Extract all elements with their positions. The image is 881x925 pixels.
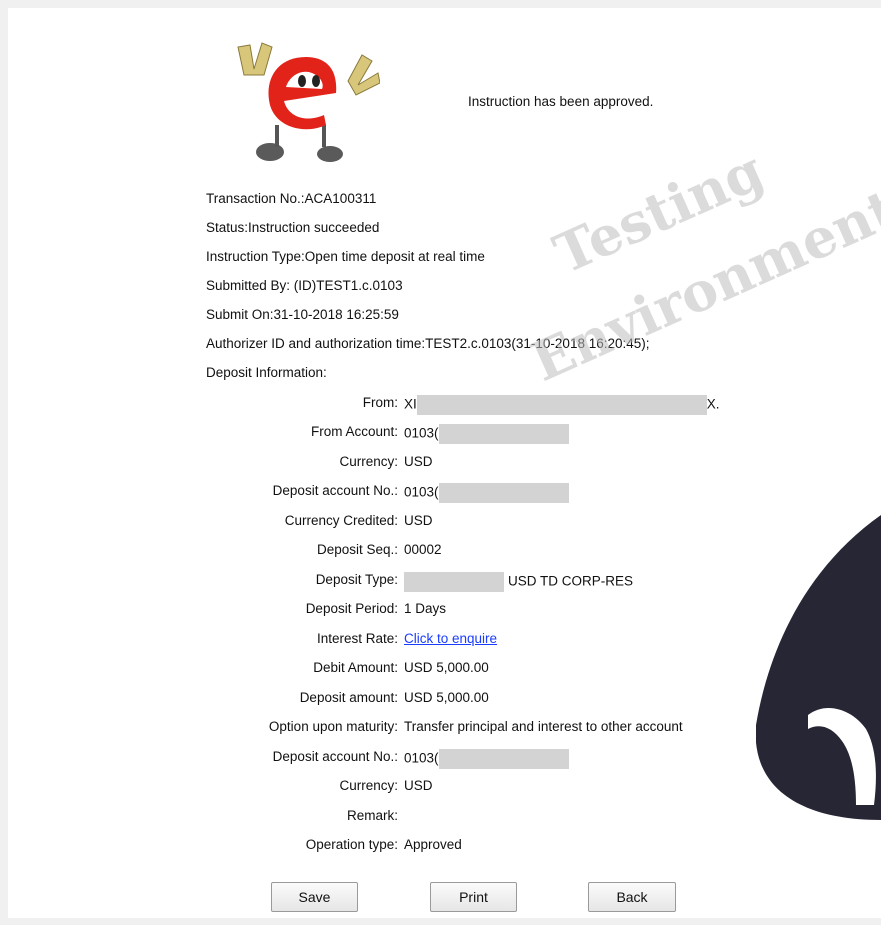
deposit-account-label: Deposit account No.: — [272, 483, 398, 498]
currency-value: USD — [404, 454, 433, 469]
from-label: From: — [362, 395, 398, 410]
masked-name-redaction — [416, 395, 707, 415]
status-line: Status:Instruction succeeded — [206, 220, 380, 235]
deposit-account-text: 0103( — [404, 484, 439, 500]
deposit-account-2-value: 0103( — [404, 749, 569, 769]
deposit-account-2-label: Deposit account No.: — [272, 749, 398, 764]
save-button[interactable]: Save — [271, 882, 358, 912]
from-suffix: X. — [706, 396, 720, 412]
interest-rate-link[interactable]: Click to enquire — [404, 631, 497, 646]
remark-label: Remark: — [346, 808, 398, 823]
debit-amount-label: Debit Amount: — [313, 660, 398, 675]
deposit-account-2-text: 0103( — [404, 750, 439, 766]
deposit-period-label: Deposit Period: — [305, 601, 398, 616]
operation-type-value: Approved — [404, 837, 462, 852]
currency-2-value: USD — [404, 778, 433, 793]
masked-account-redaction — [438, 749, 569, 769]
option-upon-maturity-label: Option upon maturity: — [268, 719, 398, 734]
print-button[interactable]: Print — [430, 882, 517, 912]
currency-credited-value: USD — [404, 513, 433, 528]
masked-account-redaction — [438, 424, 569, 444]
transaction-no: Transaction No.:ACA100311 — [206, 191, 377, 206]
deposit-seq-value: 00002 — [404, 542, 442, 557]
deposit-type-text: USD TD CORP-RES — [508, 573, 634, 589]
masked-account-redaction — [438, 483, 569, 503]
watermark-line-1: Testing — [544, 137, 773, 287]
instruction-type-line: Instruction Type:Open time deposit at re… — [206, 249, 485, 264]
e-mascot-logo-icon — [237, 42, 380, 162]
from-account-value: 0103( — [404, 424, 569, 444]
from-account-text: 0103( — [404, 425, 439, 441]
from-prefix: XI — [404, 396, 417, 412]
back-button[interactable]: Back — [588, 882, 676, 912]
interest-rate-label: Interest Rate: — [316, 631, 398, 646]
approval-panel: Instruction has been approved. Transacti… — [8, 8, 881, 918]
from-account-label: From Account: — [310, 424, 398, 439]
option-upon-maturity-value: Transfer principal and interest to other… — [404, 719, 683, 734]
deposit-information-heading: Deposit Information: — [206, 365, 327, 380]
approval-message: Instruction has been approved. — [468, 94, 654, 109]
debit-amount-value: USD 5,000.00 — [404, 660, 489, 675]
submitted-by-line: Submitted By: (ID)TEST1.c.0103 — [206, 278, 403, 293]
submit-on-line: Submit On:31-10-2018 16:25:59 — [206, 307, 399, 322]
deposit-seq-label: Deposit Seq.: — [316, 542, 398, 557]
deposit-type-value: USD TD CORP-RES — [404, 572, 633, 592]
watermark-line-2: Environment — [521, 176, 881, 394]
deposit-account-value: 0103( — [404, 483, 569, 503]
deposit-type-label: Deposit Type: — [315, 572, 398, 587]
masked-type-redaction — [404, 572, 504, 592]
from-value: XI X. — [404, 395, 720, 415]
deposit-amount-label: Deposit amount: — [299, 690, 398, 705]
currency-2-label: Currency: — [339, 778, 398, 793]
deposit-period-value: 1 Days — [404, 601, 447, 616]
operation-type-label: Operation type: — [305, 837, 398, 852]
currency-label: Currency: — [339, 454, 398, 469]
authorizer-line: Authorizer ID and authorization time:TES… — [206, 336, 650, 351]
currency-credited-label: Currency Credited: — [284, 513, 398, 528]
deposit-amount-value: USD 5,000.00 — [404, 690, 489, 705]
